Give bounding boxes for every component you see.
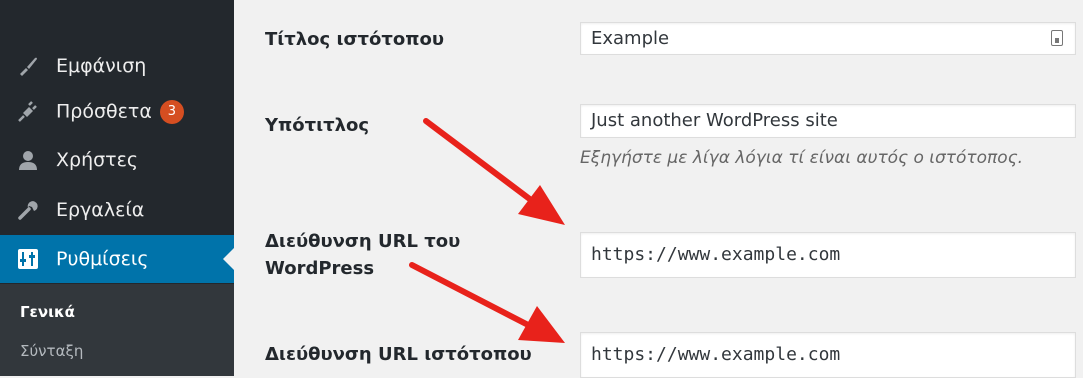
submenu-item-general[interactable]: Γενικά xyxy=(20,303,75,321)
wordpress-url-label-line2: WordPress xyxy=(265,258,375,279)
wordpress-url-input[interactable]: https://www.example.com xyxy=(580,232,1076,278)
site-title-value: Example xyxy=(591,28,670,49)
tagline-label: Υπότιτλος xyxy=(265,115,370,136)
paintbrush-icon xyxy=(20,57,37,76)
site-title-input[interactable]: Example xyxy=(580,22,1076,55)
admin-sidebar: Εμφάνιση Πρόσθετα 3 Χρήστες Εργαλεία Ρυθ… xyxy=(0,0,234,376)
settings-submenu: Γενικά Σύνταξη xyxy=(0,284,234,376)
password-manager-icon[interactable] xyxy=(1051,30,1063,46)
site-title-label: Τίτλος ιστότοπου xyxy=(265,29,444,50)
active-menu-arrow xyxy=(223,248,234,270)
wordpress-url-label: Διεύθυνση URL του WordPress xyxy=(265,228,460,282)
tagline-description: Εξηγήστε με λίγα λόγια τί είναι αυτός ο … xyxy=(580,148,1024,168)
users-icon xyxy=(19,151,37,170)
site-url-value: https://www.example.com xyxy=(591,344,841,365)
menu-item-label: Πρόσθετα xyxy=(56,100,152,123)
wordpress-url-label-line1: Διεύθυνση URL του xyxy=(265,231,461,252)
tagline-input[interactable]: Just another WordPress site xyxy=(580,104,1076,138)
menu-item-label: Εργαλεία xyxy=(56,199,145,221)
tagline-value: Just another WordPress site xyxy=(591,110,838,131)
site-url-input[interactable]: https://www.example.com xyxy=(580,332,1076,378)
menu-item-label: Εμφάνιση xyxy=(56,55,147,77)
menu-item-label: Ρυθμίσεις xyxy=(56,248,149,270)
site-url-label: Διεύθυνση URL ιστότοπου xyxy=(265,344,532,365)
update-count-badge: 3 xyxy=(159,100,184,124)
wrench-icon xyxy=(18,201,38,220)
plugin-icon xyxy=(18,101,37,122)
menu-item-tools[interactable]: Εργαλεία xyxy=(0,186,234,234)
menu-item-label: Χρήστες xyxy=(56,149,139,171)
menu-item-users[interactable]: Χρήστες xyxy=(0,136,234,184)
submenu-item-writing[interactable]: Σύνταξη xyxy=(20,342,83,360)
menu-item-settings[interactable]: Ρυθμίσεις xyxy=(0,235,234,283)
settings-icon xyxy=(18,249,38,269)
menu-item-plugins[interactable]: Πρόσθετα 3 xyxy=(0,88,234,136)
menu-item-appearance[interactable]: Εμφάνιση xyxy=(0,42,234,90)
arrow-to-wordpress-url xyxy=(423,118,565,225)
wordpress-url-value: https://www.example.com xyxy=(591,244,841,265)
